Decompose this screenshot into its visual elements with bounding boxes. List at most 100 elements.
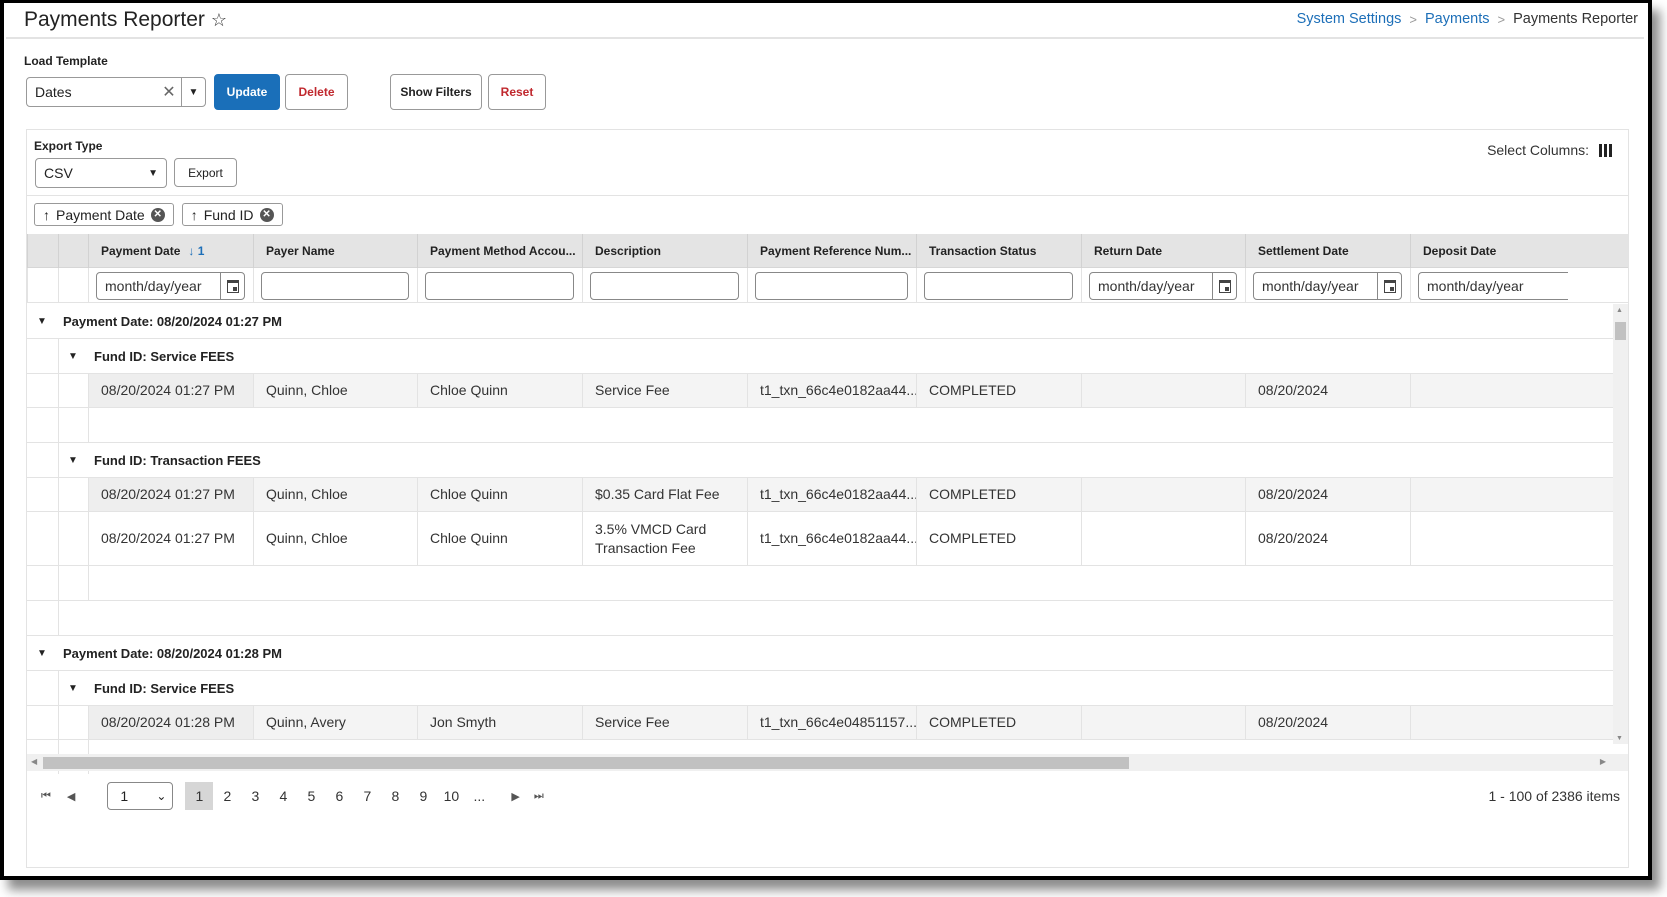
page-select[interactable]: 1 ⌄ [107,782,174,810]
collapse-toggle-icon[interactable]: ▼ [37,316,51,327]
table-row: 08/20/2024 01:28 PM Quinn, Avery Jon Smyth… [27,706,1613,740]
page-link[interactable]: 2 [213,782,241,810]
table-cell: Quinn, Chloe [253,478,417,511]
remove-chip-icon[interactable]: ✕ [150,207,165,222]
collapse-toggle-icon[interactable]: ▼ [37,648,51,659]
column-header[interactable]: Payment Method Accou... [417,234,582,268]
column-header[interactable]: Settlement Date [1245,234,1410,268]
horizontal-scrollbar[interactable]: ◀ ▶ [27,754,1628,771]
load-template-select[interactable]: Dates ✕ ▼ [26,77,206,107]
collapse-toggle-icon[interactable]: ▼ [68,351,82,362]
date-filter-input[interactable]: month/day/year [1089,272,1237,300]
column-header[interactable]: Transaction Status [916,234,1081,268]
prev-page-icon[interactable]: ◀ [67,790,75,803]
calendar-icon[interactable] [220,273,244,299]
table-cell: Chloe Quinn [417,478,582,511]
last-page-icon[interactable]: ⏭ [534,790,544,803]
table-cell: COMPLETED [916,706,1081,739]
table-cell: 08/20/2024 01:27 PM [88,478,253,511]
delete-button[interactable]: Delete [285,74,348,110]
column-header[interactable]: Payment Date ↓ 1 [88,234,253,268]
collapse-toggle-icon[interactable]: ▼ [68,455,82,466]
date-filter-input[interactable]: month/day/year [1253,272,1402,300]
data-grid: Payment Date ↓ 1 Payer Name Payment Method … [27,234,1628,774]
page-link[interactable]: 5 [297,782,325,810]
dropdown-caret-icon[interactable]: ▼ [181,78,205,106]
table-cell: Chloe Quinn [417,374,582,407]
page-link[interactable]: 8 [381,782,409,810]
table-cell [1081,706,1245,739]
vertical-scrollbar[interactable]: ▲ ▼ [1613,304,1628,744]
table-cell: Chloe Quinn [417,512,582,565]
update-button[interactable]: Update [214,74,280,110]
column-header[interactable]: Description [582,234,747,268]
page-link[interactable]: 7 [353,782,381,810]
table-cell [1410,374,1570,407]
reset-button[interactable]: Reset [488,74,546,110]
subgroup-label: Fund ID: Service FEES [94,680,235,696]
scroll-left-icon[interactable]: ◀ [31,757,37,766]
date-filter-input[interactable]: month/day/year [1418,272,1568,300]
column-divider [582,268,583,302]
table-cell: Jon Smyth [417,706,582,739]
export-button[interactable]: Export [174,158,237,187]
page-link[interactable]: 10 [437,782,465,810]
indent-divider [88,566,89,600]
collapse-toggle-icon[interactable]: ▼ [68,683,82,694]
subgroup-header-row: ▼ Fund ID: Service FEES [27,671,1613,706]
column-header[interactable]: Payment Reference Num... [747,234,916,268]
next-page-icon[interactable]: ▶ [511,790,519,803]
select-columns[interactable]: Select Columns: [1487,142,1612,158]
export-type-label: Export Type [34,139,103,153]
favorite-star-icon[interactable]: ☆ [211,10,227,30]
column-header[interactable]: Deposit Date [1410,234,1570,268]
column-header[interactable]: Payer Name [253,234,417,268]
pager-info: 1 - 100 of 2386 items [1488,788,1620,804]
horizontal-scroll-thumb[interactable] [43,757,1129,769]
breadcrumb-system-settings[interactable]: System Settings [1297,11,1402,27]
clear-icon[interactable]: ✕ [157,82,181,102]
text-filter-input[interactable] [924,272,1073,300]
scroll-up-icon[interactable]: ▲ [1616,307,1623,314]
remove-chip-icon[interactable]: ✕ [259,207,274,222]
table-cell: t1_txn_66c4e0182aa44... [747,512,918,565]
text-filter-input[interactable] [755,272,908,300]
date-filter-input[interactable]: month/day/year [96,272,245,300]
scroll-right-icon[interactable]: ▶ [1600,757,1606,766]
scroll-down-icon[interactable]: ▼ [1616,735,1623,742]
column-header-label: Description [595,244,662,258]
text-filter-input[interactable] [590,272,739,300]
chevron-right-icon: > [1497,11,1506,27]
grid-header: Payment Date ↓ 1 Payer Name Payment Method … [27,234,1628,268]
page-link[interactable]: 1 [185,782,214,810]
page-select-value: 1 [120,788,129,804]
group-chip-payment-date[interactable]: ↑ Payment Date ✕ [34,203,174,226]
indent-divider [88,408,89,442]
calendar-icon[interactable] [1377,273,1401,299]
export-type-value: CSV [44,165,73,181]
table-cell: 08/20/2024 01:27 PM [88,512,253,565]
breadcrumb-payments[interactable]: Payments [1425,11,1489,27]
page-link[interactable]: 6 [325,782,353,810]
column-divider [417,268,418,302]
page-link[interactable]: 3 [241,782,269,810]
first-page-icon[interactable]: ⏮ [41,790,51,803]
table-cell: t1_txn_66c4e0182aa44... [747,374,918,407]
dropdown-caret-icon: ▼ [148,167,158,179]
page-more-link[interactable]: ... [465,782,493,810]
load-template-label: Load Template [24,54,108,68]
text-filter-input[interactable] [425,272,574,300]
table-cell [1081,478,1245,511]
show-filters-button[interactable]: Show Filters [390,74,482,110]
group-chip-label: Payment Date [56,206,145,223]
calendar-icon[interactable] [1212,273,1236,299]
page-title: Payments Reporter ☆ [24,8,227,32]
page-link[interactable]: 9 [409,782,437,810]
column-header[interactable]: Return Date [1081,234,1245,268]
text-filter-input[interactable] [261,272,409,300]
columns-icon[interactable] [1599,143,1612,157]
page-link[interactable]: 4 [269,782,297,810]
export-type-select[interactable]: CSV ▼ [35,158,167,188]
vertical-scroll-thumb[interactable] [1615,322,1626,340]
group-chip-fund-id[interactable]: ↑ Fund ID ✕ [181,203,283,226]
